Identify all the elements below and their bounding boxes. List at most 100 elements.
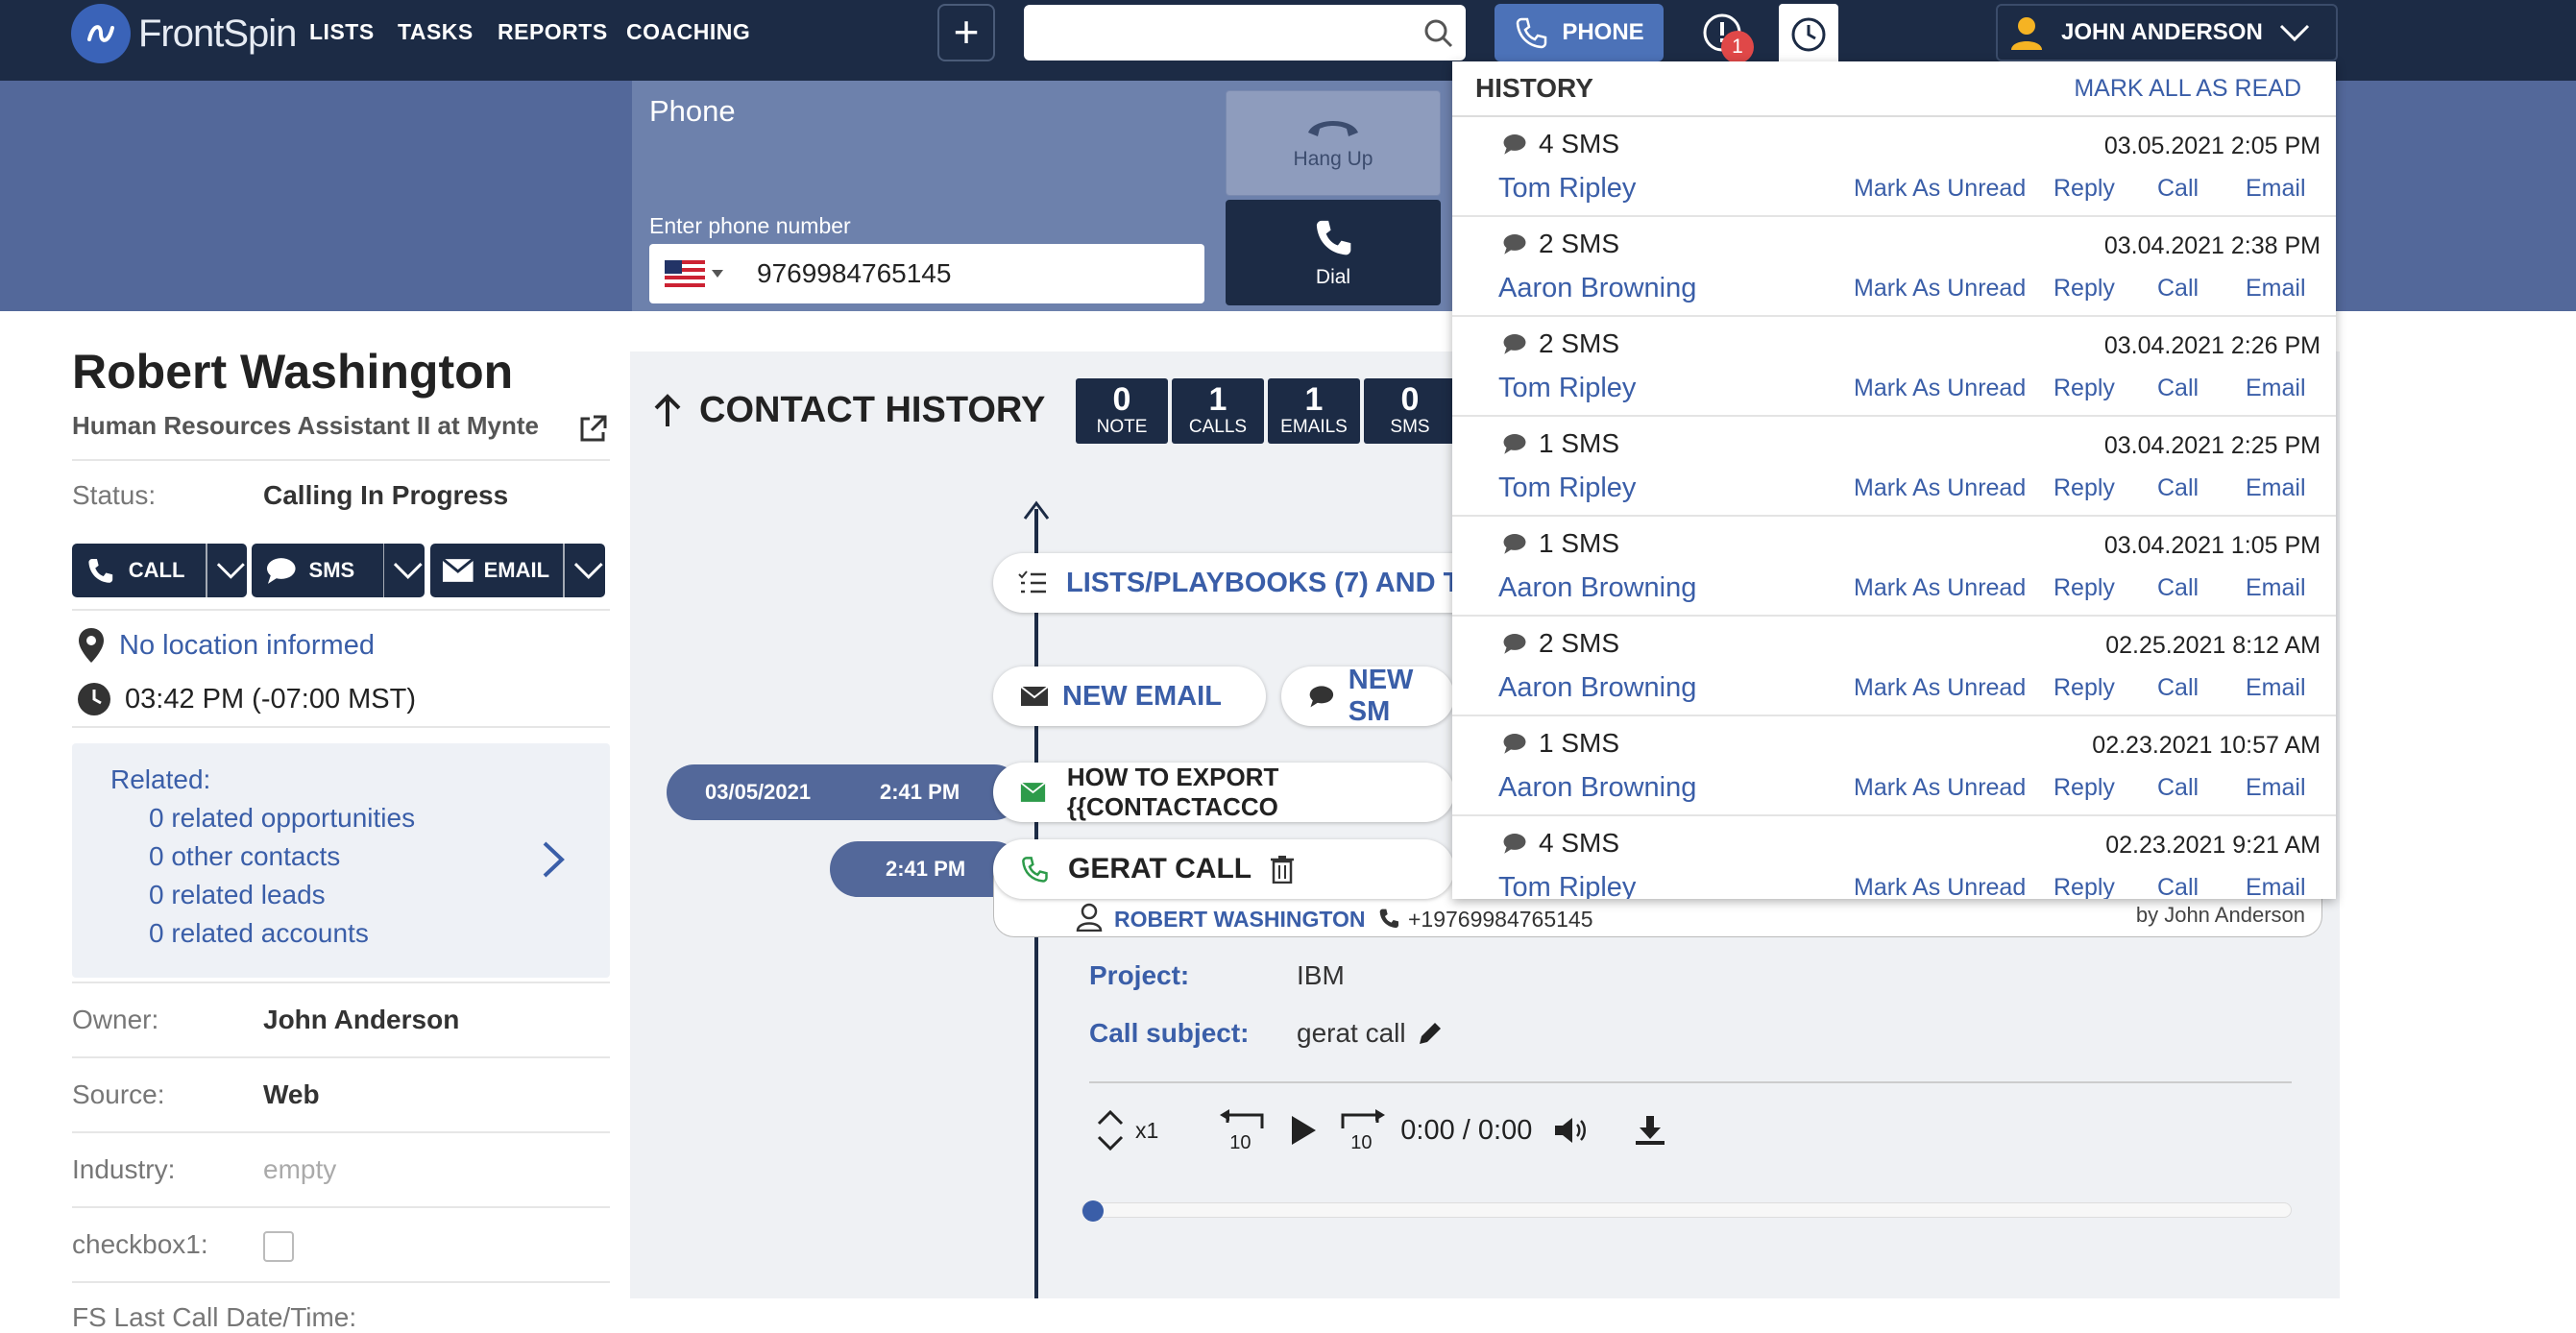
history-item[interactable]: 1 SMS 03.04.2021 2:25 PM Tom Ripley Mark As… (1452, 417, 2336, 517)
download-icon[interactable] (1634, 1114, 1666, 1147)
call-link[interactable]: Call (2157, 275, 2199, 303)
reply-link[interactable]: Reply (2054, 774, 2115, 802)
nav-tasks[interactable]: TASKS (398, 19, 474, 45)
checkbox1[interactable] (263, 1231, 294, 1262)
chevron-down-icon[interactable] (392, 560, 425, 581)
mark-as-unread-link[interactable]: Mark As Unread (1854, 674, 2026, 702)
email-link[interactable]: Email (2246, 375, 2306, 402)
email-link[interactable]: Email (2246, 474, 2306, 502)
stat-note[interactable]: 0 NOTE (1076, 378, 1168, 444)
email-link[interactable]: Email (2246, 874, 2306, 899)
reply-link[interactable]: Reply (2054, 275, 2115, 303)
history-item[interactable]: 2 SMS 03.04.2021 2:38 PM Aaron Browning Mar… (1452, 217, 2336, 317)
contact-link[interactable]: ROBERT WASHINGTON (1114, 907, 1366, 933)
call-event-row[interactable]: GERAT CALL (993, 839, 1454, 899)
email-link[interactable]: Email (2246, 674, 2306, 702)
owner-value[interactable]: John Anderson (263, 1005, 459, 1035)
forward-10-button[interactable]: 10 (1339, 1109, 1389, 1153)
hang-up-button[interactable]: Hang Up (1226, 90, 1441, 196)
history-item-contact[interactable]: Tom Ripley (1498, 872, 1636, 899)
country-dropdown-icon[interactable] (711, 269, 724, 279)
chevron-down-icon[interactable] (215, 560, 247, 581)
add-button[interactable]: + (937, 4, 995, 61)
call-link[interactable]: Call (2157, 774, 2199, 802)
speed-chevrons-icon[interactable] (1095, 1106, 1126, 1154)
contact-history-header[interactable]: CONTACT HISTORY (653, 390, 1045, 431)
mark-as-unread-link[interactable]: Mark As Unread (1854, 275, 2026, 303)
call-link[interactable]: Call (2157, 574, 2199, 602)
play-icon[interactable] (1289, 1114, 1318, 1147)
history-item[interactable]: 4 SMS 03.05.2021 2:05 PM Tom Ripley Mark As… (1452, 117, 2336, 217)
reply-link[interactable]: Reply (2054, 874, 2115, 899)
logo[interactable]: FrontSpin (71, 4, 297, 63)
reply-link[interactable]: Reply (2054, 574, 2115, 602)
other-contacts-link[interactable]: 0 other contacts (149, 841, 340, 872)
pencil-icon[interactable] (1416, 1019, 1445, 1048)
search-input[interactable] (1024, 5, 1466, 61)
call-action-button[interactable]: CALL (72, 544, 247, 597)
mark-as-unread-link[interactable]: Mark As Unread (1854, 574, 2026, 602)
industry-value[interactable]: empty (263, 1154, 336, 1185)
email-link[interactable]: Email (2246, 275, 2306, 303)
email-link[interactable]: Email (2246, 175, 2306, 203)
call-link[interactable]: Call (2157, 674, 2199, 702)
stat-emails[interactable]: 1 EMAILS (1268, 378, 1360, 444)
reply-link[interactable]: Reply (2054, 175, 2115, 203)
nav-coaching[interactable]: COACHING (626, 19, 750, 45)
us-flag-icon[interactable] (665, 260, 705, 287)
mark-as-unread-link[interactable]: Mark As Unread (1854, 474, 2026, 502)
history-item-contact[interactable]: Tom Ripley (1498, 173, 1636, 205)
mark-as-unread-link[interactable]: Mark As Unread (1854, 774, 2026, 802)
stat-calls[interactable]: 1 CALLS (1172, 378, 1264, 444)
reply-link[interactable]: Reply (2054, 375, 2115, 402)
reply-link[interactable]: Reply (2054, 474, 2115, 502)
email-link[interactable]: Email (2246, 574, 2306, 602)
sms-action-button[interactable]: SMS (252, 544, 425, 597)
chevron-right-icon[interactable] (541, 839, 566, 880)
history-item[interactable]: 4 SMS 02.23.2021 9:21 AM Tom Ripley Mark As… (1452, 816, 2336, 899)
chevron-down-icon[interactable] (572, 560, 605, 581)
dial-button[interactable]: Dial (1226, 200, 1441, 305)
email-event-row[interactable]: HOW TO EXPORT {{CONTACTACCO (993, 763, 1454, 822)
mark-as-unread-link[interactable]: Mark As Unread (1854, 175, 2026, 203)
call-link[interactable]: Call (2157, 474, 2199, 502)
history-item[interactable]: 2 SMS 03.04.2021 2:26 PM Tom Ripley Mark As… (1452, 317, 2336, 417)
history-item-contact[interactable]: Aaron Browning (1498, 772, 1696, 804)
email-link[interactable]: Email (2246, 774, 2306, 802)
trash-icon[interactable] (1271, 855, 1295, 884)
phone-number-input[interactable]: 9769984765145 (649, 244, 1204, 303)
audio-progress-bar[interactable] (1081, 1200, 2292, 1222)
lists-playbooks-button[interactable]: LISTS/PLAYBOOKS (7) AND TA (993, 553, 1493, 613)
related-accounts-link[interactable]: 0 related accounts (149, 918, 369, 949)
source-value[interactable]: Web (263, 1079, 320, 1110)
new-sms-button[interactable]: NEW SM (1281, 665, 1454, 727)
history-item-contact[interactable]: Aaron Browning (1498, 572, 1696, 604)
reply-link[interactable]: Reply (2054, 674, 2115, 702)
phone-button[interactable]: PHONE (1495, 4, 1664, 61)
rewind-10-button[interactable]: 10 (1218, 1109, 1268, 1153)
nav-reports[interactable]: REPORTS (498, 19, 608, 45)
call-link[interactable]: Call (2157, 874, 2199, 899)
history-item-contact[interactable]: Tom Ripley (1498, 373, 1636, 404)
history-item-contact[interactable]: Tom Ripley (1498, 473, 1636, 504)
external-link-icon[interactable] (576, 413, 609, 446)
mark-as-unread-link[interactable]: Mark As Unread (1854, 375, 2026, 402)
related-opportunities-link[interactable]: 0 related opportunities (149, 803, 415, 834)
email-action-button[interactable]: EMAIL (430, 544, 605, 597)
audio-progress-knob[interactable] (1082, 1200, 1104, 1222)
related-leads-link[interactable]: 0 related leads (149, 880, 326, 910)
history-item[interactable]: 1 SMS 03.04.2021 1:05 PM Aaron Browning Mar… (1452, 517, 2336, 617)
call-link[interactable]: Call (2157, 375, 2199, 402)
nav-lists[interactable]: LISTS (309, 19, 375, 45)
location-text[interactable]: No location informed (119, 630, 375, 662)
history-item-contact[interactable]: Aaron Browning (1498, 672, 1696, 704)
mark-as-unread-link[interactable]: Mark As Unread (1854, 874, 2026, 899)
stat-sms[interactable]: 0 SMS (1364, 378, 1456, 444)
new-email-button[interactable]: NEW EMAIL (993, 666, 1266, 726)
history-button[interactable] (1779, 4, 1838, 65)
mark-all-read-button[interactable]: MARK ALL AS READ (2074, 75, 2301, 103)
volume-icon[interactable] (1553, 1116, 1590, 1145)
user-menu[interactable]: JOHN ANDERSON (1996, 4, 2338, 61)
call-link[interactable]: Call (2157, 175, 2199, 203)
history-item[interactable]: 2 SMS 02.25.2021 8:12 AM Aaron Browning Mar… (1452, 617, 2336, 716)
